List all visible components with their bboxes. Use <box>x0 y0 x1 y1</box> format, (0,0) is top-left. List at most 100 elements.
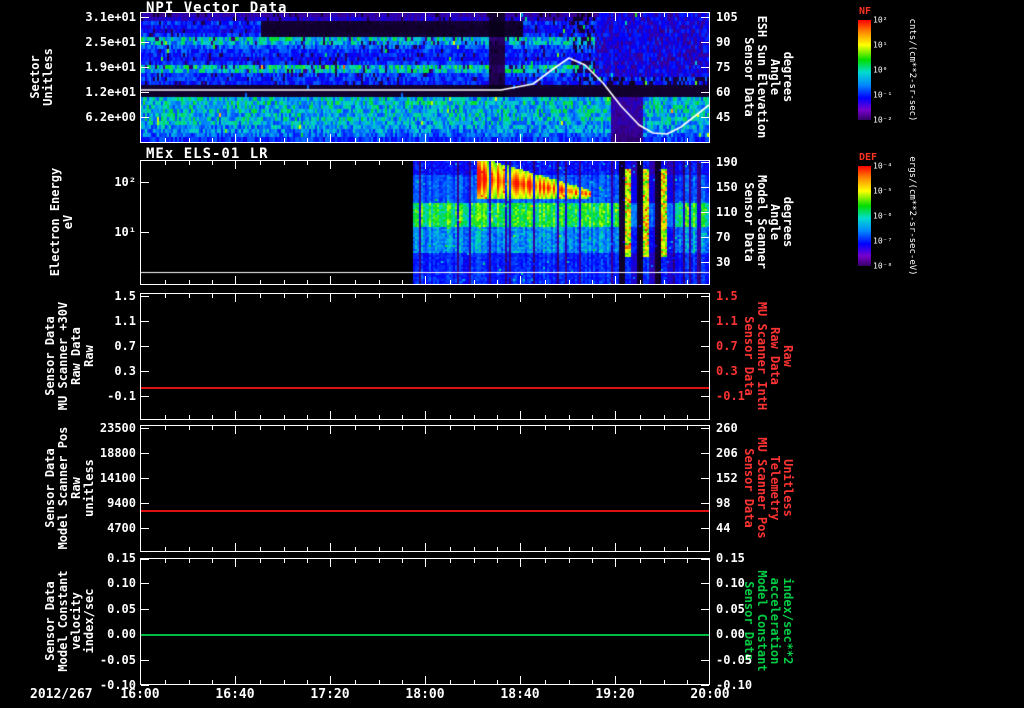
x-minor-tick-mark <box>569 680 570 684</box>
x-minor-tick-mark <box>592 294 593 298</box>
x-minor-tick-mark <box>165 294 166 298</box>
colorbar-tick-label: 10² <box>873 15 888 25</box>
x-minor-tick-mark <box>212 426 213 430</box>
x-minor-tick-mark <box>212 138 213 142</box>
x-minor-tick-mark <box>189 415 190 419</box>
x-minor-tick-mark <box>284 294 285 298</box>
y-tick-mark <box>701 162 709 163</box>
y-tick-mark <box>141 608 149 610</box>
x-axis-tick-label: 20:00 <box>690 687 730 702</box>
y-tick-mark <box>141 559 149 560</box>
x-minor-tick-mark <box>260 13 261 17</box>
y-axis-tick-label-right: 1.5 <box>716 289 738 303</box>
els-right-axis-label: degrees Angle Model Scanner Sensor Data <box>742 175 795 269</box>
y-axis-tick-label-left: 4700 <box>107 521 136 535</box>
x-tick-mark <box>235 134 236 142</box>
y-tick-mark <box>141 478 149 479</box>
x-minor-tick-mark <box>450 294 451 298</box>
y-tick-mark <box>701 67 709 68</box>
colorbar-tick-label: 10⁻⁵ <box>873 186 893 196</box>
x-tick-mark <box>425 426 426 434</box>
y-tick-mark <box>141 232 149 233</box>
x-minor-tick-mark <box>497 161 498 165</box>
x-tick-mark <box>425 411 426 419</box>
x-minor-tick-mark <box>592 680 593 684</box>
x-minor-tick-mark <box>189 547 190 551</box>
x-minor-tick-mark <box>355 426 356 430</box>
colorbar-nf-unit: cnts/(cm**2-sr-sec) <box>907 18 917 122</box>
colorbar-tick-label: 10⁻⁶ <box>873 211 893 221</box>
x-minor-tick-mark <box>687 138 688 142</box>
x-minor-tick-mark <box>212 415 213 419</box>
x-minor-tick-mark <box>474 138 475 142</box>
y-tick-mark <box>701 559 709 560</box>
x-minor-tick-mark <box>474 294 475 298</box>
y-tick-mark <box>141 182 149 183</box>
x-minor-tick-mark <box>497 294 498 298</box>
y-tick-mark <box>701 92 709 93</box>
x-minor-tick-mark <box>284 415 285 419</box>
x-minor-tick-mark <box>664 13 665 17</box>
y-tick-mark <box>701 187 709 188</box>
x-minor-tick-mark <box>640 294 641 298</box>
y-axis-tick-label-left: 23500 <box>99 421 136 435</box>
x-minor-tick-mark <box>355 547 356 551</box>
data-line <box>141 386 709 389</box>
y-axis-tick-label-right: 1.1 <box>716 314 738 328</box>
x-tick-mark <box>425 559 426 567</box>
y-tick-mark <box>701 296 709 297</box>
x-minor-tick-mark <box>355 138 356 142</box>
x-tick-mark <box>425 161 426 169</box>
x-minor-tick-mark <box>284 13 285 17</box>
x-minor-tick-mark <box>355 294 356 298</box>
x-tick-mark <box>615 294 616 302</box>
y-tick-mark <box>141 396 149 397</box>
y-axis-tick-label-right: 75 <box>716 60 731 74</box>
x-minor-tick-mark <box>379 138 380 142</box>
y-axis-tick-label-left: -0.1 <box>107 389 136 403</box>
x-minor-tick-mark <box>497 280 498 284</box>
x-tick-mark <box>235 559 236 567</box>
x-minor-tick-mark <box>664 426 665 430</box>
x-minor-tick-mark <box>379 161 380 165</box>
x-minor-tick-mark <box>284 426 285 430</box>
x-minor-tick-mark <box>569 161 570 165</box>
x-minor-tick-mark <box>165 138 166 142</box>
y-axis-tick-label-left: 0.00 <box>107 627 136 642</box>
x-tick-mark <box>235 676 236 684</box>
data-line <box>141 634 709 637</box>
x-minor-tick-mark <box>664 294 665 298</box>
y-axis-tick-label-right: 0.00 <box>716 627 745 642</box>
x-minor-tick-mark <box>545 294 546 298</box>
y-axis-tick-label-left: 18800 <box>99 446 136 460</box>
x-minor-tick-mark <box>687 547 688 551</box>
x-tick-mark <box>330 13 331 21</box>
x-minor-tick-mark <box>402 294 403 298</box>
x-minor-tick-mark <box>379 294 380 298</box>
x-tick-mark <box>520 276 521 284</box>
x-minor-tick-mark <box>474 680 475 684</box>
x-minor-tick-mark <box>307 138 308 142</box>
y-axis-tick-label-right: -0.1 <box>716 389 745 403</box>
x-tick-mark <box>235 276 236 284</box>
x-minor-tick-mark <box>355 280 356 284</box>
x-minor-tick-mark <box>355 161 356 165</box>
x-tick-mark <box>615 276 616 284</box>
x-minor-tick-mark <box>450 680 451 684</box>
x-minor-tick-mark <box>474 13 475 17</box>
x-minor-tick-mark <box>687 559 688 563</box>
x-tick-mark <box>520 294 521 302</box>
x-tick-mark <box>425 276 426 284</box>
y-axis-tick-label-left: 2.5e+01 <box>85 35 136 49</box>
x-minor-tick-mark <box>592 280 593 284</box>
els-spectrogram-canvas <box>141 161 709 284</box>
x-minor-tick-mark <box>189 680 190 684</box>
y-axis-tick-label-left: 14100 <box>99 471 136 485</box>
x-minor-tick-mark <box>450 415 451 419</box>
x-minor-tick-mark <box>165 161 166 165</box>
x-minor-tick-mark <box>212 280 213 284</box>
y-tick-mark <box>141 685 149 686</box>
x-minor-tick-mark <box>545 13 546 17</box>
x-minor-tick-mark <box>545 138 546 142</box>
x-minor-tick-mark <box>165 13 166 17</box>
